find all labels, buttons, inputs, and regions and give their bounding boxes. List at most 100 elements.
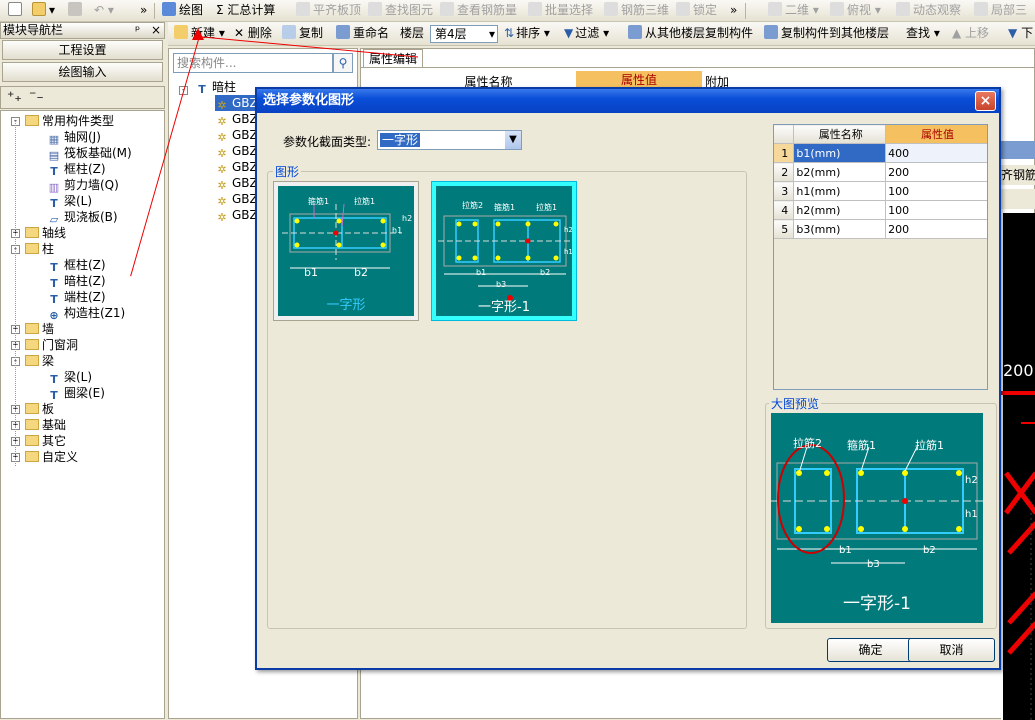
tree-item[interactable]: ⊕ 构造柱(Z1)	[47, 305, 125, 322]
top-view-button[interactable]: 俯视 ▾	[830, 1, 881, 20]
tree-item[interactable]: ▱ 现浇板(B)	[47, 209, 118, 226]
tree-item[interactable]: 板	[25, 401, 54, 417]
shape-option-yizixing-1[interactable]: 拉筋2 箍筋1 拉筋1 b1 b2 b3 h1 h2 一字形-1	[431, 181, 577, 321]
param-value-field[interactable]: 200	[885, 219, 988, 239]
tree-item[interactable]: ▥ 剪力墙(Q)	[47, 177, 119, 194]
component-list-item[interactable]: ✲ GBZ	[215, 127, 258, 144]
overflow-chevron-icon[interactable]: »	[140, 1, 147, 20]
param-row[interactable]: 3 h1(mm) 100	[772, 181, 988, 201]
shape-option-yizixing[interactable]: 箍筋1 拉筋1 b1 b2 h1 h2 一字形	[273, 181, 419, 321]
copy-button[interactable]: 复制	[282, 24, 323, 43]
filter-button[interactable]: ▼ 过滤 ▾	[564, 24, 609, 43]
param-value-header: 属性值	[885, 124, 988, 144]
orbit-button[interactable]: 动态观察	[896, 1, 961, 20]
param-name: b3(mm)	[793, 219, 887, 239]
rebar-3d-button[interactable]: 钢筋三维	[604, 1, 669, 20]
search-icon[interactable]: ⚲	[333, 53, 353, 73]
component-list-item[interactable]: ✲ GBZ	[215, 143, 257, 160]
param-row[interactable]: 1 b1(mm) 400	[772, 143, 988, 163]
undo-icon[interactable]: ↶ ▾	[94, 1, 114, 20]
tree-item[interactable]: 墙	[25, 321, 54, 337]
copy-to-floor-button[interactable]: 复制构件到其他楼层	[764, 24, 889, 43]
tree-item[interactable]: T 端柱(Z)	[47, 289, 105, 306]
param-row[interactable]: 2 b2(mm) 200	[772, 162, 988, 182]
section-type-label: 参数化截面类型:	[283, 135, 372, 149]
save-icon[interactable]	[68, 1, 85, 20]
view-rebar-button[interactable]: 查看钢筋量	[440, 1, 517, 20]
project-settings-button[interactable]: 工程设置	[2, 40, 163, 60]
lock-button[interactable]: 锁定	[676, 1, 717, 20]
dialog-close-button[interactable]: ×	[975, 91, 996, 111]
tree-item[interactable]: 自定义	[25, 449, 78, 465]
tree-item[interactable]: 轴线	[25, 225, 66, 241]
batch-select-button[interactable]: 批量选择	[528, 1, 593, 20]
cancel-button[interactable]: 取消	[908, 638, 995, 662]
component-list-item[interactable]: ✲ GBZ	[215, 207, 257, 224]
param-value-field[interactable]: 100	[885, 200, 988, 220]
tree-item[interactable]: T 梁(L)	[47, 369, 92, 386]
tree-item[interactable]: 常用构件类型	[25, 113, 114, 129]
sort-button[interactable]: ⇅ 排序 ▾	[504, 24, 550, 43]
partial-3d-button[interactable]: 局部三	[974, 1, 1027, 20]
collapse-all-icon[interactable]: ⁻₋	[29, 88, 44, 104]
row-index: 1	[772, 143, 795, 163]
copy-from-floor-button[interactable]: 从其他楼层复制构件	[628, 24, 753, 43]
overflow-chevron-icon[interactable]: »	[730, 1, 737, 20]
param-value-field[interactable]: 100	[885, 181, 988, 201]
sum-calc-button[interactable]: Σ 汇总计算	[216, 1, 275, 20]
pin-icon[interactable]: ᵖ	[135, 23, 140, 38]
annotation-arrow-icon	[192, 28, 204, 40]
floor-select[interactable]: 第4层 ▾	[430, 25, 498, 43]
component-list-item[interactable]: ✲ GBZ	[215, 159, 257, 176]
tree-item[interactable]: T 圈梁(E)	[47, 385, 105, 402]
component-list-item[interactable]: ✲ GBZ	[215, 95, 258, 112]
drawing-input-button[interactable]: 绘图输入	[2, 62, 163, 82]
move-down-button[interactable]: ▼ 下	[1008, 24, 1033, 43]
rename-button[interactable]: 重命名	[336, 24, 389, 43]
tree-item[interactable]: 柱	[25, 241, 54, 257]
tree-item[interactable]: ▦ 轴网(J)	[47, 129, 101, 146]
component-list-item[interactable]: ✲ GBZ	[215, 175, 258, 192]
component-list-item-label: GBZ	[232, 128, 258, 142]
tree-item[interactable]: 基础	[25, 417, 66, 433]
component-root[interactable]: T 暗柱	[195, 79, 236, 96]
param-name: b1(mm)	[793, 143, 887, 163]
component-list-item[interactable]: ✲ GBZ	[215, 111, 257, 128]
component-search-input[interactable]: 搜索构件...	[173, 53, 333, 73]
chevron-down-icon[interactable]: ▼	[505, 131, 521, 149]
param-value-field[interactable]: 400	[885, 143, 988, 163]
component-list-item[interactable]: ✲ GBZ	[215, 191, 257, 208]
tree-item[interactable]: 梁	[25, 353, 54, 369]
canvas-drawing	[1001, 391, 1035, 720]
tree-item[interactable]: ▤ 筏板基础(M)	[47, 145, 132, 162]
param-row[interactable]: 4 h2(mm) 100	[772, 200, 988, 220]
tree-item[interactable]: 门窗洞	[25, 337, 78, 353]
shape-label: h1	[392, 226, 403, 235]
2d-button[interactable]: 二维 ▾	[768, 1, 819, 20]
flat-slab-button[interactable]: 平齐板顶	[296, 1, 361, 20]
tree-item[interactable]: 其它	[25, 433, 66, 449]
shape-label: 箍筋1	[308, 197, 330, 206]
draw-button[interactable]: 绘图	[162, 1, 203, 20]
tree-item[interactable]: T 框柱(Z)	[47, 257, 105, 274]
new-file-icon[interactable]	[8, 1, 25, 20]
open-file-icon[interactable]: ▾	[32, 1, 55, 20]
shape-label: 拉筋2	[462, 201, 484, 210]
component-list-item-label: GBZ	[232, 176, 258, 190]
expand-all-icon[interactable]: ⁺₊	[7, 89, 22, 105]
param-row[interactable]: 5 b3(mm) 200	[772, 219, 988, 239]
ok-button[interactable]: 确定	[827, 638, 914, 662]
param-value-field[interactable]: 200	[885, 162, 988, 182]
tree-item-label: 现浇板(B)	[64, 210, 118, 224]
drawing-canvas[interactable]: 200	[1001, 213, 1035, 720]
partial-dropdown[interactable]	[1001, 189, 1035, 209]
move-up-button[interactable]: ▲ 上移	[952, 24, 989, 43]
find-button[interactable]: 查找 ▾	[906, 24, 940, 43]
close-icon[interactable]: ×	[151, 23, 161, 38]
tree-item[interactable]: T 暗柱(Z)	[47, 273, 105, 290]
tree-item[interactable]: T 梁(L)	[47, 193, 92, 210]
find-element-button[interactable]: 查找图元	[368, 1, 433, 20]
tree-item-label: 圈梁(E)	[64, 386, 105, 400]
section-type-select[interactable]: 一字形 ▼	[377, 130, 522, 150]
tree-item[interactable]: T 框柱(Z)	[47, 161, 105, 178]
